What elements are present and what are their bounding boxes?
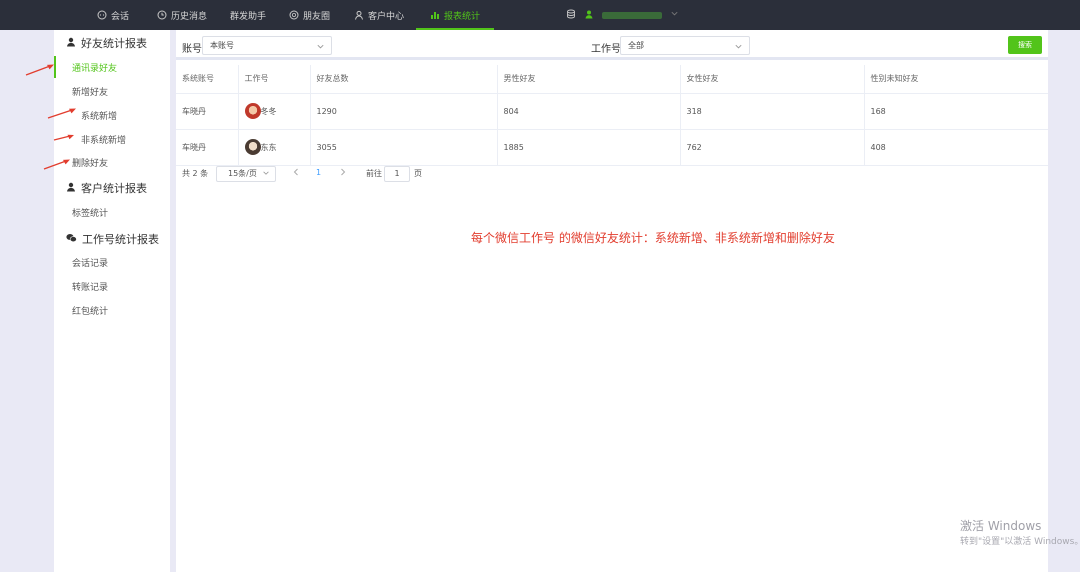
avatar: [244, 139, 261, 155]
page-size-value: 15条/页: [228, 169, 257, 178]
windows-watermark-subtitle: 转到"设置"以激活 Windows。: [960, 537, 1080, 547]
col-system-account[interactable]: 系统账号: [176, 65, 239, 94]
search-button[interactable]: 搜索: [1008, 36, 1042, 54]
page-number-current[interactable]: 1: [316, 168, 321, 177]
nav-label: 朋友圈: [303, 11, 331, 22]
sidebar-item-system-new[interactable]: 系统新增: [81, 109, 117, 122]
user-avatar-icon: [584, 9, 594, 22]
nav-label: 报表统计: [444, 11, 481, 22]
worker-select-value: 全部: [628, 41, 644, 50]
page-size-select[interactable]: 15条/页: [216, 166, 276, 182]
cell-unknown: 408: [864, 129, 1048, 166]
table-row[interactable]: 车晓丹 东东 3055 1885 762 408: [176, 129, 1048, 166]
person-icon: [66, 182, 76, 195]
sidebar-item-tags[interactable]: 标签统计: [72, 206, 108, 219]
aperture-icon: [289, 10, 299, 20]
nav-label: 历史消息: [171, 11, 208, 22]
sidebar-item-red-packets[interactable]: 红包统计: [72, 304, 108, 317]
next-page-icon[interactable]: [339, 167, 347, 179]
cell-worker: 冬冬: [238, 93, 311, 130]
sidebar-item-deleted[interactable]: 删除好友: [72, 156, 108, 169]
section-title: 工作号统计报表: [82, 233, 159, 246]
annotation-text: 每个微信工作号 的微信好友统计：系统新增、非系统新增和删除好友: [471, 231, 835, 245]
section-worker-reports[interactable]: 工作号统计报表: [66, 231, 159, 247]
cell-worker: 东东: [238, 129, 311, 166]
sidebar-item-non-system-new[interactable]: 非系统新增: [81, 133, 126, 146]
section-customer-reports[interactable]: 客户统计报表: [66, 180, 147, 196]
friend-stats-table: 系统账号 工作号 好友总数 男性好友 女性好友 性别未知好友 车晓丹 冬冬 12…: [176, 65, 1048, 166]
goto-page-input[interactable]: 1: [384, 166, 410, 182]
col-total-friends[interactable]: 好友总数: [310, 65, 498, 94]
col-worker[interactable]: 工作号: [238, 65, 311, 94]
windows-watermark-title: 激活 Windows: [960, 519, 1042, 533]
username-redacted: [602, 11, 662, 19]
nav-item-chat[interactable]: 会话: [97, 0, 129, 30]
top-nav: 会话 历史消息 群发助手 朋友圈 客户中心 报表统计: [0, 0, 1080, 30]
clock-icon: [157, 10, 167, 20]
main-panel: 账号 本账号 工作号 全部 搜索 系统账号 工作号 好友总数 男性好友 女性好友…: [176, 30, 1048, 572]
sidebar-item-chat-records[interactable]: 会话记录: [72, 256, 108, 269]
table-row[interactable]: 车晓丹 冬冬 1290 804 318 168: [176, 93, 1048, 130]
filter-bar: 账号 本账号 工作号 全部 搜索: [176, 30, 1048, 60]
person-icon: [66, 37, 76, 50]
chat-icon: [97, 10, 107, 20]
col-unknown-gender[interactable]: 性别未知好友: [864, 65, 1048, 94]
arrow-contacts: [25, 64, 54, 76]
col-male-friends[interactable]: 男性好友: [497, 65, 681, 94]
nav-label: 群发助手: [230, 11, 267, 22]
user-icon: [354, 10, 364, 20]
nav-label: 会话: [111, 11, 130, 22]
worker-name: 冬冬: [260, 106, 277, 116]
nav-item-customers[interactable]: 客户中心: [354, 0, 404, 30]
section-title: 好友统计报表: [81, 37, 147, 50]
total-count: 共 2 条: [182, 169, 209, 178]
annotation-arrows: [25, 64, 76, 170]
account-select[interactable]: 本账号: [202, 36, 332, 55]
prev-page-icon[interactable]: [292, 167, 300, 179]
cell-male: 1885: [497, 129, 681, 166]
nav-label: 客户中心: [368, 11, 405, 22]
cell-female: 318: [680, 93, 865, 130]
cell-male: 804: [497, 93, 681, 130]
nav-item-history[interactable]: 历史消息: [157, 0, 207, 30]
pagination: 共 2 条 15条/页 1 前往 1 页: [176, 164, 1048, 184]
database-icon: [566, 9, 576, 22]
sidebar-item-new-friends[interactable]: 新增好友: [72, 85, 108, 98]
sidebar-item-contacts[interactable]: 通讯录好友: [72, 61, 117, 74]
section-title: 客户统计报表: [81, 182, 147, 195]
account-label: 账号: [182, 44, 202, 55]
user-menu[interactable]: [566, 0, 679, 30]
worker-name: 东东: [260, 142, 277, 152]
nav-item-moments[interactable]: 朋友圈: [289, 0, 330, 30]
cell-total: 1290: [310, 93, 498, 130]
worker-select[interactable]: 全部: [620, 36, 750, 55]
wechat-icon: [66, 233, 77, 246]
chevron-down-icon: [734, 40, 743, 57]
section-friend-reports[interactable]: 好友统计报表: [66, 35, 147, 51]
cell-female: 762: [680, 129, 865, 166]
sidebar-item-transfer-records[interactable]: 转账记录: [72, 280, 108, 293]
cell-unknown: 168: [864, 93, 1048, 130]
cell-total: 3055: [310, 129, 498, 166]
chevron-down-icon: [670, 9, 679, 21]
cell-account: 车晓丹: [176, 129, 239, 166]
worker-label: 工作号: [591, 44, 621, 55]
chevron-down-icon: [262, 168, 270, 182]
nav-item-reports[interactable]: 报表统计: [415, 0, 495, 30]
nav-item-broadcast[interactable]: 群发助手: [230, 0, 266, 30]
col-female-friends[interactable]: 女性好友: [680, 65, 865, 94]
page-suffix: 页: [414, 169, 422, 178]
chevron-down-icon: [316, 40, 325, 57]
table-header: 系统账号 工作号 好友总数 男性好友 女性好友 性别未知好友: [176, 65, 1048, 94]
account-select-value: 本账号: [210, 41, 234, 50]
cell-account: 车晓丹: [176, 93, 239, 130]
avatar: [244, 103, 261, 119]
goto-label: 前往: [366, 169, 382, 178]
bar-chart-icon: [430, 10, 440, 20]
